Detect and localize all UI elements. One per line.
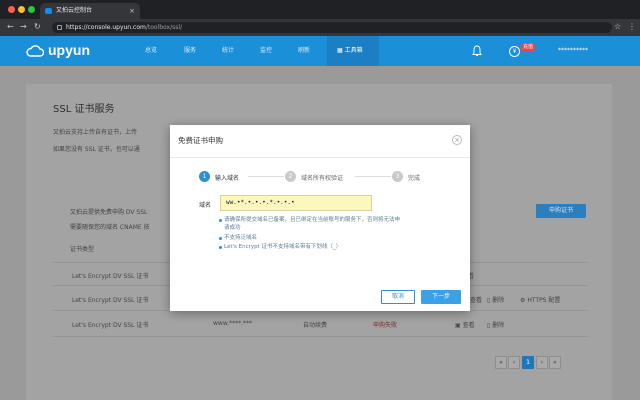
browser-menu-icon[interactable]: ⋮ [628,22,636,31]
pager-prev[interactable]: ‹ [508,356,520,369]
intro-line-2: 如果您没有 SSL 证书，也可以通 [53,146,140,153]
lock-icon [57,25,62,30]
url-host: https://console.upyun.com [66,24,146,31]
trash-icon: ▯ [487,297,491,304]
domain-label: 域名 [199,202,212,209]
table-row-3-status: 申购失败 [373,322,398,329]
table-row-3-type: Let's Encrypt DV SSL 证书 [72,322,149,329]
row-2-view-link[interactable]: 查看 [470,295,482,304]
browser-toolbar: ← → ↻ https://console.upyun.com/toolbox/… [0,19,640,36]
nav-stats[interactable]: 统计 [222,36,234,66]
step-2-label: 域名所有权验证 [301,175,344,182]
app-header: upyun 总览 服务 统计 监控 刷新 ▦ 工具箱 ¥ 充值 ********… [0,36,640,66]
address-bar[interactable]: https://console.upyun.com/toolbox/ssl/ [52,22,612,33]
step-connector [355,176,391,177]
row-3-view-link[interactable]: ▣ 查看 [455,320,475,329]
pager-last[interactable]: » [549,356,561,369]
intro-line-1: 又拍云支持上传自有证书，上传 [53,129,138,136]
tip-wildcard: 不支持泛域名 [219,235,258,242]
pager-first[interactable]: « [495,356,507,369]
settings-icon: ⚙ [520,297,526,304]
dialog-divider [170,157,470,158]
next-step-button[interactable]: 下一步 [421,290,461,304]
table-row-3-domain: www.****.*** [213,320,252,327]
row-2-delete-link[interactable]: ▯ 删除 [487,295,504,304]
page-title: SSL 证书服务 [53,104,115,115]
nav-toolbox-label: 工具箱 [344,47,363,54]
nav-monitor[interactable]: 监控 [260,36,272,66]
bullet-icon [219,219,222,222]
step-connector [248,176,284,177]
bullet-icon [219,237,222,240]
table-row-2-type: Let's Encrypt DV SSL 证书 [72,297,149,304]
row-2-delete-label: 删除 [492,297,505,304]
tip-underscore: Let's Encrypt 证书不支持域名带有下划线（_） [219,244,342,251]
recharge-badge[interactable]: 充值 [521,44,536,51]
info-line-1: 又拍云提供免费申购 DV SSL [70,209,148,216]
dialog-title: 免费证书申购 [178,136,223,145]
row-2-https-label: HTTPS 配置 [527,297,561,304]
pager-next[interactable]: › [536,356,548,369]
row-3-delete-link[interactable]: ▯ 删除 [487,320,504,329]
tip-filing-cont: 请成功 [224,225,241,231]
close-icon[interactable]: × [452,135,462,145]
grid-icon: ▦ [337,47,345,54]
cloud-logo-icon [26,45,44,57]
favicon-icon [45,8,52,14]
close-tab-icon[interactable]: × [129,3,135,19]
nav-services[interactable]: 服务 [184,36,196,66]
row-3-view-label: 查看 [462,322,475,329]
tip-underscore-text: Let's Encrypt 证书不支持域名带有下划线（_） [224,244,342,250]
reload-icon[interactable]: ↻ [34,22,41,32]
trash-icon: ▯ [487,322,491,329]
row-2-https-link[interactable]: ⚙ HTTPS 配置 [520,295,560,304]
step-2-number: 2 [285,171,296,182]
bullet-icon [219,246,222,249]
nav-overview[interactable]: 总览 [145,36,157,66]
tip-filing: 请确保所提交域名已备案，且已绑定在当前账号的服务下，否则将无法申 [219,217,401,224]
domain-input[interactable]: ww.•*.•.•.•.*.•.•.• [220,195,372,211]
step-3-number: 3 [392,171,403,182]
close-window-icon[interactable] [8,6,15,13]
tab-title: 又拍云控制台 [56,7,93,14]
nav-toolbox[interactable]: ▦ 工具箱 [327,36,379,66]
column-header-type: 证书类型 [70,246,95,253]
info-line-2: 需要随保您的域名 CNAME 技 [70,224,150,231]
cancel-button[interactable]: 取消 [381,290,415,304]
maximize-window-icon[interactable] [28,6,35,13]
browser-tab[interactable]: 又拍云控制台 × [40,3,140,19]
view-icon: ▣ [455,322,461,329]
step-3-label: 完成 [408,175,421,182]
free-certificate-dialog: 免费证书申购 × 1 输入域名 2 域名所有权验证 3 完成 域名 ww.•*.… [170,125,470,311]
minimize-window-icon[interactable] [18,6,25,13]
billing-yen-icon[interactable]: ¥ [509,46,520,57]
pager-page-1[interactable]: 1 [522,356,534,369]
nav-refresh[interactable]: 刷新 [298,36,310,66]
bell-icon[interactable] [472,45,482,57]
forward-icon[interactable]: → [20,22,27,32]
browser-tabbar: 又拍云控制台 × [0,0,640,19]
step-1-label: 输入域名 [215,175,240,182]
row-3-delete-label: 删除 [492,322,505,329]
user-menu[interactable]: ********** [558,47,588,54]
table-row-3-renew: 自动续费 [303,322,328,329]
apply-certificate-button[interactable]: 申购证书 [536,204,586,218]
tip-filing-text: 请确保所提交域名已备案，且已绑定在当前账号的服务下，否则将无法申 [224,217,401,223]
table-row-1-type: Let's Encrypt DV SSL 证书 [72,273,149,280]
back-icon[interactable]: ← [7,22,14,32]
bookmark-star-icon[interactable]: ☆ [614,22,621,31]
step-1-number: 1 [199,171,210,182]
tip-wildcard-text: 不支持泛域名 [224,235,258,241]
url-path: /toolbox/ssl/ [145,24,183,31]
table-divider [53,336,588,337]
logo-text[interactable]: upyun [48,42,90,58]
